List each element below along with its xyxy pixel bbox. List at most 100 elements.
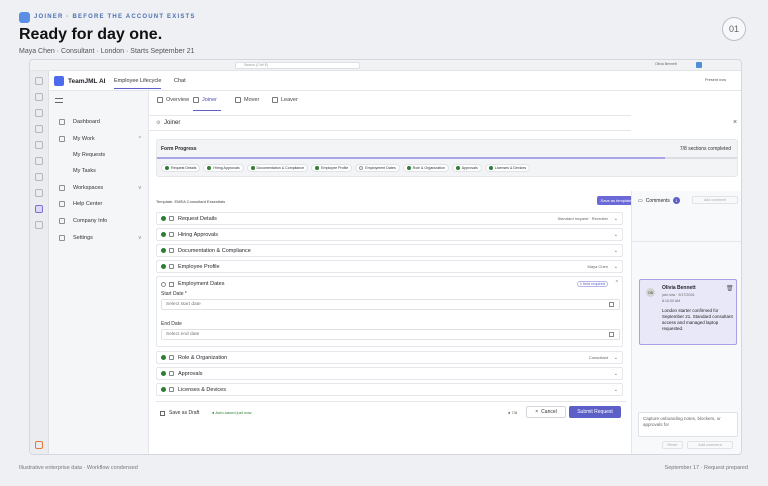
- section-role-organization[interactable]: Role & Organization Consultant ⌄: [156, 351, 623, 364]
- complete-icon: [161, 371, 166, 376]
- calendar-icon: [609, 332, 614, 337]
- comment-time: just now · 9/17/2026: [662, 293, 695, 297]
- overview-icon: [157, 97, 163, 103]
- progress-chip[interactable]: Employment Dates: [355, 164, 400, 172]
- chat-icon[interactable]: [35, 93, 43, 101]
- leaver-icon: [272, 97, 278, 103]
- main-panel: Overview Joiner Mover Leaver ⚙ Joiner × …: [149, 91, 738, 454]
- sidebar-item-dashboard[interactable]: Dashboard: [53, 115, 145, 128]
- comment-count-badge: 1: [672, 197, 680, 204]
- complete-icon: [161, 387, 166, 392]
- complete-icon: [455, 166, 460, 170]
- app-window: Search (Ctrl+E) Olivia Bennett TeamJML A…: [29, 59, 742, 455]
- tab-joiner[interactable]: Joiner: [193, 97, 217, 103]
- tab-label: Mover: [244, 97, 260, 103]
- people-icon[interactable]: [35, 205, 43, 213]
- progress-chip[interactable]: Documentation & Compliance: [246, 164, 309, 172]
- add-icon[interactable]: [35, 221, 43, 229]
- chevron-down-icon: ⌄: [613, 386, 618, 393]
- help-icon[interactable]: [35, 441, 43, 449]
- sidebar-item-settings[interactable]: Settings v: [53, 231, 145, 244]
- chip-label: Hiring Approvals: [213, 166, 240, 170]
- comment-input[interactable]: Capture onboarding notes, blockers, or a…: [638, 412, 738, 437]
- cancel-button[interactable]: × Cancel: [526, 406, 566, 418]
- button-label: Save as Draft: [169, 410, 200, 416]
- complete-icon: [165, 166, 169, 170]
- progress-chip[interactable]: Licenses & Devices: [484, 164, 531, 172]
- section-title: Role & Organization: [178, 354, 228, 361]
- calls-icon[interactable]: [35, 141, 43, 149]
- tab-leaver[interactable]: Leaver: [272, 97, 298, 103]
- sidebar-item-my-work[interactable]: My Work ^: [53, 132, 145, 145]
- sidebar-item-company-info[interactable]: Company Info: [53, 214, 145, 227]
- complete-icon: [315, 166, 320, 170]
- close-icon[interactable]: ×: [733, 119, 737, 126]
- start-date-input[interactable]: Select start date: [161, 299, 620, 310]
- required-badge: 1 field required: [576, 281, 608, 287]
- apps-icon[interactable]: [35, 173, 43, 181]
- panel-header: ⚙ Joiner ×: [149, 115, 737, 131]
- section-hiring-approvals[interactable]: Hiring Approvals ⌄: [156, 228, 623, 241]
- section-icon: [169, 232, 174, 237]
- sidebar: Dashboard My Work ^ My Requests My Tasks …: [49, 91, 149, 454]
- save-template-button[interactable]: Save as template: [597, 196, 635, 205]
- tab-employee-lifecycle[interactable]: Employee Lifecycle: [114, 78, 162, 89]
- section-approvals[interactable]: Approvals ⌄: [156, 367, 623, 380]
- add-comment-button-2[interactable]: Add comment: [687, 441, 733, 449]
- complete-icon: [488, 166, 493, 170]
- section-documentation[interactable]: Documentation & Compliance ⌄: [156, 244, 623, 257]
- chevron-down-icon: ⌄: [613, 215, 618, 222]
- section-header[interactable]: Employment Dates: [161, 281, 224, 287]
- search-input[interactable]: Search (Ctrl+E): [235, 62, 360, 69]
- progress-chip[interactable]: Approvals: [451, 164, 482, 172]
- files-icon[interactable]: [35, 157, 43, 165]
- comment-author: Olivia Bennett: [662, 285, 696, 291]
- kicker: JOINER · BEFORE THE ACCOUNT EXISTS: [34, 14, 196, 20]
- chevron-up-icon: ^: [138, 135, 141, 142]
- end-date-input[interactable]: Select end date: [161, 329, 620, 340]
- section-title: Licenses & Devices: [178, 386, 226, 393]
- calendar-icon[interactable]: [35, 125, 43, 133]
- teams-icon[interactable]: [35, 109, 43, 117]
- sidebar-item-my-tasks[interactable]: My Tasks: [53, 164, 145, 177]
- trash-icon[interactable]: 🗑: [726, 285, 734, 292]
- reset-button[interactable]: Reset: [662, 441, 683, 449]
- present-button[interactable]: Present now: [705, 78, 726, 82]
- sidebar-item-label: Help Center: [73, 200, 103, 207]
- section-licenses-devices[interactable]: Licenses & Devices ⌄: [156, 383, 623, 396]
- progress-chip[interactable]: Employee Profile: [311, 164, 353, 172]
- section-request-details[interactable]: Request Details Standard request · Recrui…: [156, 212, 623, 225]
- tab-mover[interactable]: Mover: [235, 97, 259, 103]
- save-draft-button[interactable]: Save as Draft: [160, 408, 199, 418]
- incomplete-icon: [359, 166, 364, 170]
- progress-chip[interactable]: Hiring Approvals: [203, 164, 244, 172]
- avatar[interactable]: [696, 62, 702, 68]
- autosave-status: ● Auto-saved just now: [212, 410, 252, 415]
- sidebar-item-help-center[interactable]: Help Center: [53, 197, 145, 210]
- chip-label: Role & Organization: [412, 166, 445, 170]
- section-title: Employee Profile: [178, 263, 220, 270]
- chip-label: Request Details: [171, 166, 197, 170]
- chevron-up-icon: ^: [615, 280, 618, 286]
- menu-icon[interactable]: [55, 98, 63, 103]
- section-employee-profile[interactable]: Employee Profile Maya Chen ⌄: [156, 260, 623, 273]
- logo-icon: [54, 76, 64, 86]
- progress-chip[interactable]: Request Details: [161, 164, 201, 172]
- activity-icon[interactable]: [35, 77, 43, 85]
- sidebar-item-workspaces[interactable]: Workspaces v: [53, 181, 145, 194]
- tab-label: Overview: [166, 97, 189, 103]
- submit-button[interactable]: Submit Request: [569, 406, 621, 418]
- placeholder: Select end date: [166, 332, 200, 337]
- tab-chat[interactable]: Chat: [174, 78, 186, 84]
- tab-overview[interactable]: Overview: [157, 97, 189, 103]
- tab-label: Joiner: [202, 97, 217, 103]
- count-text: 7/8: [511, 410, 518, 415]
- sidebar-item-my-requests[interactable]: My Requests: [53, 148, 145, 161]
- calendar-icon: [169, 281, 174, 287]
- comments-panel: ▭ Comments 1 Add comment OB Olivia Bennett…: [631, 191, 741, 454]
- chevron-down-icon: ⌄: [613, 354, 618, 361]
- progress-chip[interactable]: Role & Organization: [402, 164, 449, 172]
- add-comment-button[interactable]: Add comment: [692, 196, 738, 204]
- grid-icon[interactable]: [35, 189, 43, 197]
- start-date-label: Start Date *: [161, 291, 187, 297]
